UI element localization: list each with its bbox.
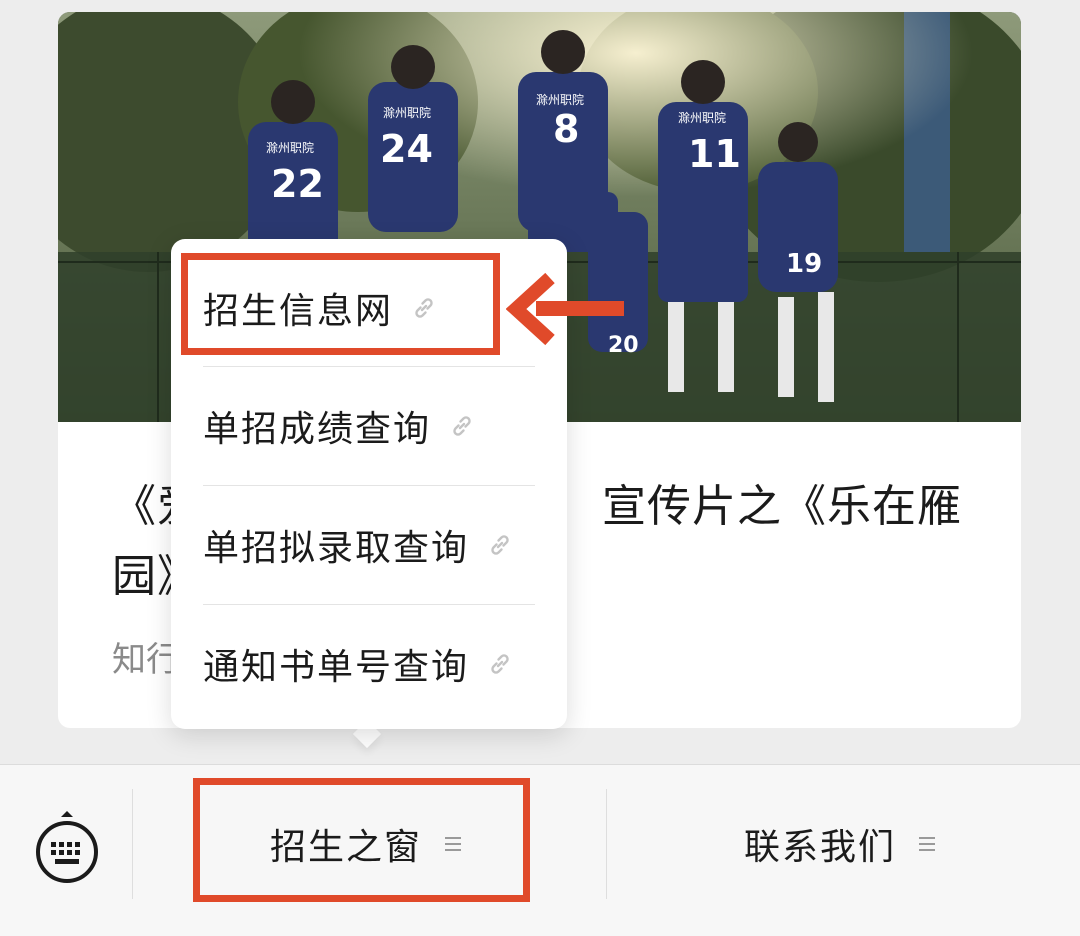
svg-text:24: 24 (380, 127, 433, 171)
red-arrow-icon (505, 272, 626, 350)
svg-text:滁州职院: 滁州职院 (266, 140, 314, 155)
article-title-line1-right: 宣传片之《乐在雁 (602, 481, 962, 532)
menu-item-score-query[interactable]: 单招成绩查询 (203, 367, 535, 485)
svg-text:滁州职院: 滁州职院 (536, 92, 584, 107)
bottom-menu-bar: 招生之窗 联系我们 (0, 764, 1080, 936)
link-icon (487, 651, 513, 677)
link-icon (449, 413, 475, 439)
svg-text:19: 19 (786, 249, 822, 279)
svg-text:11: 11 (688, 132, 741, 176)
keyboard-toggle-button[interactable] (34, 809, 100, 889)
menu-button-contact-us[interactable]: 联系我们 (744, 809, 936, 879)
highlight-box-menu-button (193, 778, 530, 902)
svg-text:滁州职院: 滁州职院 (383, 105, 431, 120)
link-icon (487, 532, 513, 558)
menu-item-label: 单招拟录取查询 (203, 528, 470, 569)
menu-item-label: 通知书单号查询 (203, 647, 470, 688)
keyboard-icon (36, 811, 98, 883)
svg-text:22: 22 (271, 162, 324, 206)
svg-text:滁州职院: 滁州职院 (678, 110, 726, 125)
menu-button-label: 联系我们 (744, 827, 897, 868)
menu-item-notice-tracking[interactable]: 通知书单号查询 (203, 605, 535, 723)
menu-item-admission-query[interactable]: 单招拟录取查询 (203, 486, 535, 604)
svg-text:8: 8 (553, 107, 579, 151)
menu-separator (606, 789, 607, 899)
menu-item-label: 单招成绩查询 (203, 409, 432, 450)
article-source: 知行 (112, 640, 180, 680)
highlight-box-menu-item (181, 253, 500, 355)
menu-lines-icon (918, 835, 936, 853)
menu-separator (132, 789, 133, 899)
